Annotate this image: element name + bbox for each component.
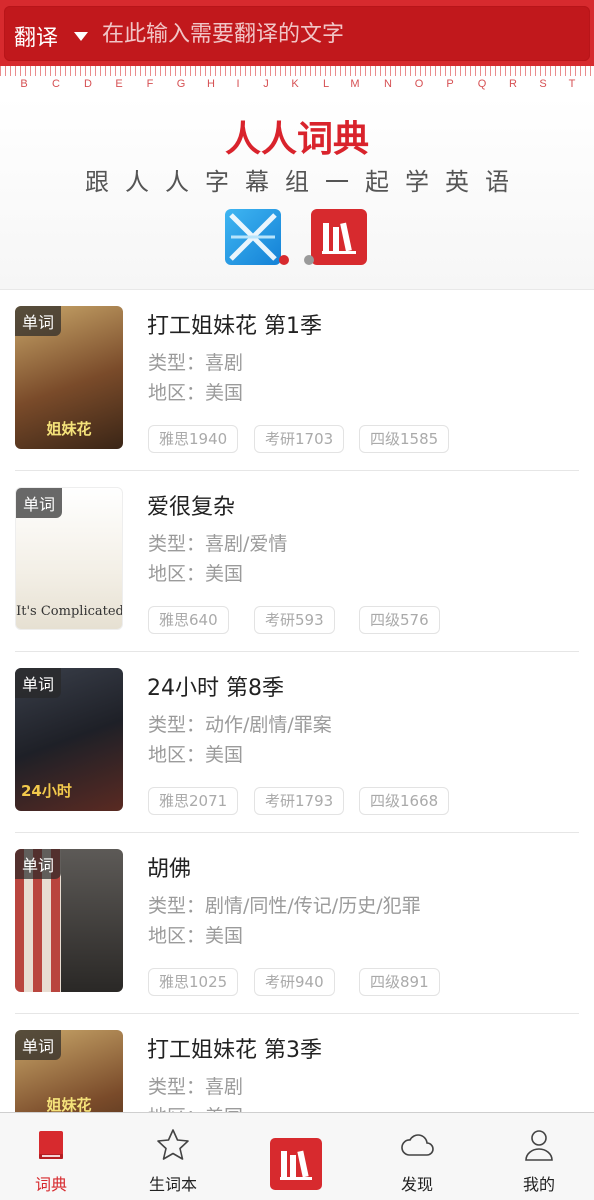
show-genre: 类型：喜剧/爱情	[148, 533, 288, 555]
cet4-tag: 四级1585	[359, 425, 450, 453]
dictionary-book-icon	[39, 1131, 63, 1159]
show-title[interactable]: 爱很复杂	[147, 489, 235, 521]
show-list: 单词 姐妹花 打工姐妹花 第1季 类型：喜剧 地区：美国 雅思1940 考研17…	[0, 290, 594, 1112]
ruler-letter[interactable]: M	[347, 78, 363, 90]
tab-label: 词典	[34, 1175, 67, 1194]
show-region: 地区：美国	[148, 744, 244, 766]
tab-me[interactable]: 我的	[484, 1113, 594, 1200]
show-region: 地区：美国	[148, 925, 244, 947]
ielts-tag: 雅思1940	[148, 425, 239, 453]
ruler-letter[interactable]: Q	[474, 78, 490, 90]
show-title[interactable]: 胡佛	[147, 851, 191, 883]
list-item[interactable]: 单词 姐妹花 打工姐妹花 第3季 类型：喜剧 地区：美国	[0, 1014, 594, 1112]
carousel-dot-active[interactable]	[279, 255, 289, 265]
ruler-letter[interactable]: J	[258, 78, 274, 90]
show-poster[interactable]: 单词 24小时	[15, 668, 123, 811]
ruler-letter[interactable]: L	[318, 78, 334, 90]
word-badge: 单词	[15, 668, 62, 698]
show-poster[interactable]: 单词	[15, 849, 123, 992]
ruler-letter[interactable]: S	[535, 78, 551, 90]
ruler-letter[interactable]: R	[505, 78, 521, 90]
show-title[interactable]: 24小时 第8季	[147, 670, 284, 702]
top-bar: 翻译	[0, 0, 594, 70]
ruler-letter[interactable]: C	[48, 78, 64, 90]
ruler-letter[interactable]: F	[142, 78, 158, 90]
header: 翻译 B C D E F G H I J K L M N O P Q R S T	[0, 0, 594, 96]
list-item[interactable]: 单词 It's Complicated 爱很复杂 类型：喜剧/爱情 地区：美国 …	[0, 471, 594, 652]
caret-down-icon[interactable]	[74, 32, 88, 41]
bottom-tab-bar: 词典 生词本 发现 我的	[0, 1112, 594, 1200]
ruler-letter[interactable]: G	[173, 78, 189, 90]
poster-caption: 24小时	[21, 782, 72, 800]
show-title[interactable]: 打工姐妹花 第1季	[147, 308, 322, 340]
list-item[interactable]: 单词 胡佛 类型：剧情/同性/传记/历史/犯罪 地区：美国 雅思1025 考研9…	[0, 833, 594, 1014]
show-region: 地区：美国	[148, 382, 244, 404]
ruler-ticks	[0, 66, 594, 76]
renren-app-icon[interactable]	[311, 209, 367, 265]
ielts-tag: 雅思640	[148, 606, 229, 634]
poster-caption: 姐妹花	[46, 420, 92, 438]
cloud-icon	[401, 1134, 434, 1156]
poster-portrait	[61, 849, 123, 992]
kaoyan-tag: 考研1793	[254, 787, 345, 815]
show-genre: 类型：喜剧	[148, 1076, 244, 1098]
kaoyan-tag: 考研1703	[254, 425, 345, 453]
ruler-letter[interactable]: H	[203, 78, 219, 90]
list-item[interactable]: 单词 24小时 24小时 第8季 类型：动作/剧情/罪案 地区：美国 雅思207…	[0, 652, 594, 833]
poster-caption: 姐妹花	[46, 1096, 92, 1112]
ruler-letter[interactable]: B	[16, 78, 32, 90]
ruler-letter[interactable]: O	[411, 78, 427, 90]
carousel-dot[interactable]	[304, 255, 314, 265]
list-item[interactable]: 单词 姐妹花 打工姐妹花 第1季 类型：喜剧 地区：美国 雅思1940 考研17…	[0, 290, 594, 471]
show-region: 地区：美国	[148, 1102, 243, 1112]
show-genre: 类型：动作/剧情/罪案	[148, 714, 332, 736]
cet4-tag: 四级891	[359, 968, 440, 996]
ruler-letter[interactable]: P	[442, 78, 458, 90]
show-genre: 类型：剧情/同性/传记/历史/犯罪	[148, 895, 421, 917]
ruler-letter[interactable]: N	[380, 78, 396, 90]
renren-dictionary-logo: 人人词典	[224, 118, 369, 160]
renren-app-icon[interactable]	[270, 1138, 322, 1190]
tab-label: 我的	[522, 1175, 555, 1194]
translate-input[interactable]	[102, 16, 582, 52]
show-poster[interactable]: 单词 姐妹花	[15, 306, 123, 449]
person-icon	[525, 1130, 553, 1161]
word-badge: 单词	[16, 488, 63, 518]
show-title[interactable]: 打工姐妹花 第3季	[147, 1032, 322, 1064]
blue-app-icon[interactable]	[225, 209, 281, 265]
ruler-letter[interactable]: K	[287, 78, 303, 90]
ielts-tag: 雅思1025	[148, 968, 239, 996]
tab-wordbook[interactable]: 生词本	[118, 1113, 228, 1200]
show-poster[interactable]: 单词 姐妹花	[15, 1030, 123, 1112]
search-bar: 翻译	[4, 6, 590, 61]
tab-discover[interactable]: 发现	[362, 1113, 472, 1200]
star-icon	[157, 1129, 189, 1160]
show-region: 地区：美国	[148, 563, 244, 585]
cet4-tag: 四级1668	[359, 787, 450, 815]
show-genre: 类型：喜剧	[148, 352, 244, 374]
poster-caption: It's Complicated	[16, 604, 123, 619]
ruler-letter[interactable]: D	[80, 78, 96, 90]
tab-label: 发现	[400, 1175, 433, 1194]
banner-tagline: 跟人人字幕组一起学英语	[85, 168, 525, 196]
word-badge: 单词	[15, 306, 62, 336]
tab-dictionary[interactable]: 词典	[0, 1113, 106, 1200]
tab-label: 生词本	[148, 1175, 197, 1194]
kaoyan-tag: 考研940	[254, 968, 335, 996]
word-badge: 单词	[15, 1030, 62, 1060]
ruler-letters: B C D E F G H I J K L M N O P Q R S T	[0, 78, 594, 94]
cet4-tag: 四级576	[359, 606, 440, 634]
alphabet-ruler[interactable]: B C D E F G H I J K L M N O P Q R S T	[0, 66, 594, 96]
ruler-letter[interactable]: T	[564, 78, 580, 90]
kaoyan-tag: 考研593	[254, 606, 335, 634]
language-selector[interactable]: 翻译	[14, 20, 58, 52]
show-poster[interactable]: 单词 It's Complicated	[15, 487, 123, 630]
promo-banner[interactable]: 人人词典 跟人人字幕组一起学英语	[0, 96, 594, 290]
ruler-letter[interactable]: I	[230, 78, 246, 90]
word-badge: 单词	[15, 849, 62, 879]
ruler-letter[interactable]: E	[111, 78, 127, 90]
ielts-tag: 雅思2071	[148, 787, 239, 815]
